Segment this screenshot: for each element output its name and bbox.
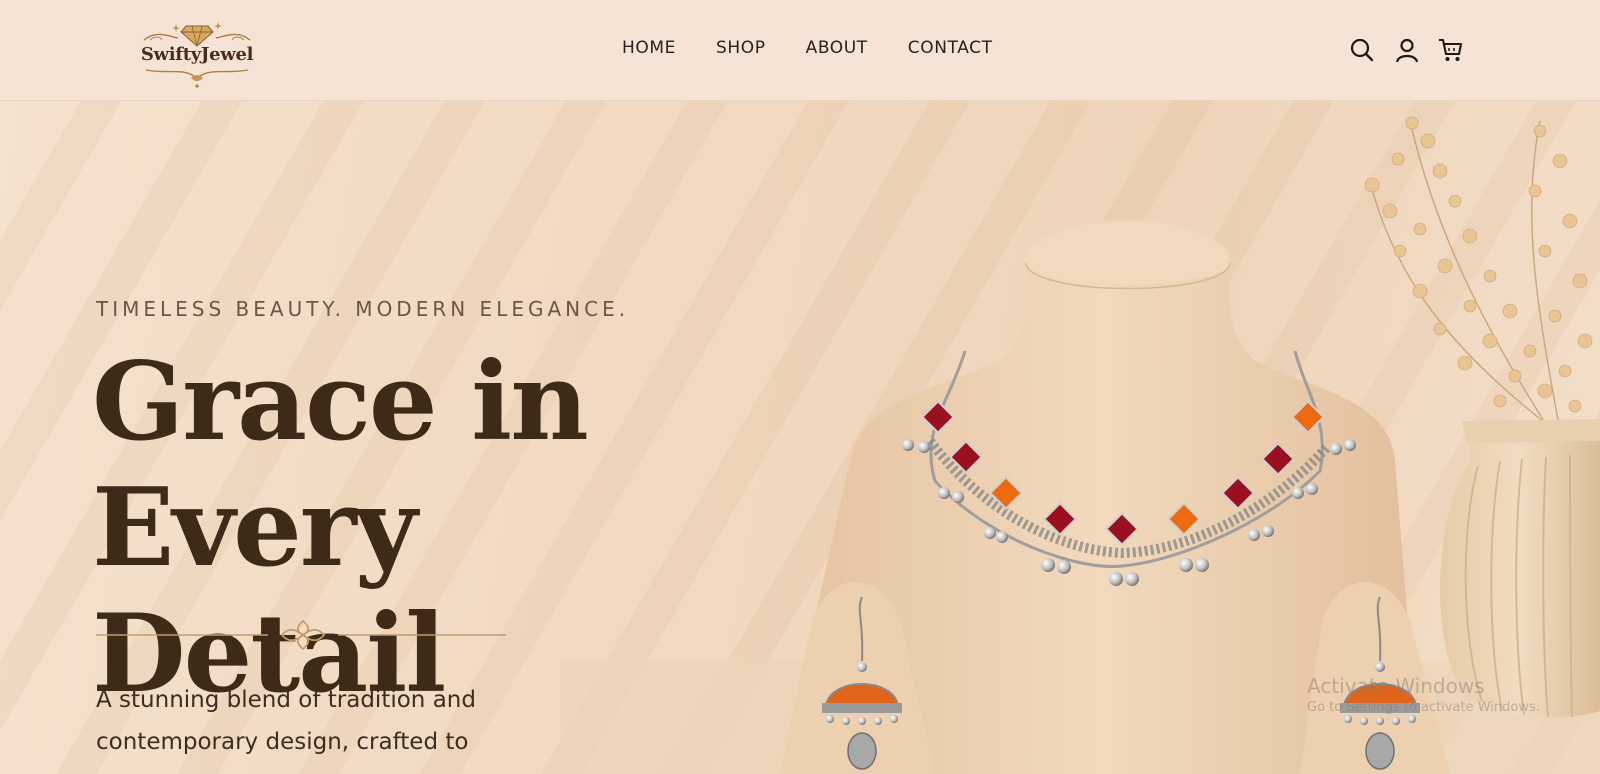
hero-headline: Grace in Every Detail: [92, 339, 772, 717]
vase: [1440, 419, 1600, 718]
search-icon: [1350, 38, 1374, 62]
hero-banner: TIMELESS BEAUTY. MODERN ELEGANCE. Grace …: [0, 101, 1600, 774]
cart-button[interactable]: [1438, 37, 1464, 63]
user-icon: [1395, 38, 1419, 63]
watermark-title: Activate Windows: [1307, 674, 1485, 698]
nav-about[interactable]: ABOUT: [806, 38, 868, 64]
dried-flowers: [1364, 116, 1593, 432]
nav-home[interactable]: HOME: [622, 38, 676, 64]
watermark-subtitle: Go to Settings to activate Windows.: [1307, 700, 1540, 715]
ornamental-divider-icon: [96, 619, 506, 651]
brand-name: SwiftyJewel: [140, 44, 254, 65]
hero-subtext: A stunning blend of tradition and contem…: [96, 687, 476, 755]
hero-eyebrow: TIMELESS BEAUTY. MODERN ELEGANCE.: [96, 297, 630, 321]
brand-logo[interactable]: SwiftyJewel: [136, 16, 258, 88]
windows-activation-watermark: Activate Windows Go to Settings to activ…: [1307, 674, 1597, 715]
account-button[interactable]: [1394, 37, 1420, 63]
main-nav: HOME SHOP ABOUT CONTACT: [622, 38, 1033, 64]
search-button[interactable]: [1349, 37, 1375, 63]
hero-headline-line1: Grace in: [92, 339, 589, 465]
site-header: SwiftyJewel HOME SHOP ABOUT CONTACT: [0, 0, 1600, 101]
nav-shop[interactable]: SHOP: [716, 38, 766, 64]
nav-contact[interactable]: CONTACT: [908, 38, 993, 64]
cart-icon: [1439, 38, 1463, 61]
